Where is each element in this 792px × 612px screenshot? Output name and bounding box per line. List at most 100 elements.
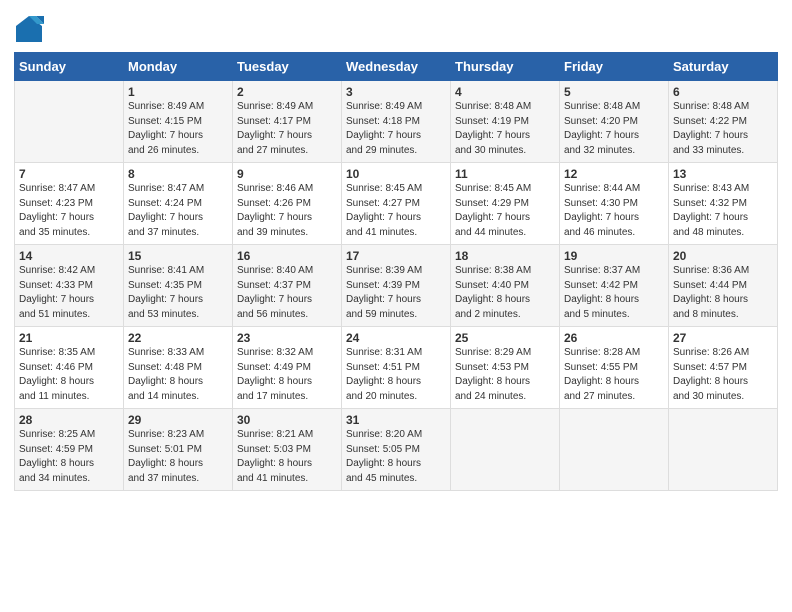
day-cell: 29Sunrise: 8:23 AM Sunset: 5:01 PM Dayli…: [124, 409, 233, 491]
day-info: Sunrise: 8:48 AM Sunset: 4:19 PM Dayligh…: [455, 100, 555, 158]
day-info: Sunrise: 8:23 AM Sunset: 5:01 PM Dayligh…: [128, 428, 228, 486]
day-number: 10: [346, 167, 446, 181]
day-info: Sunrise: 8:48 AM Sunset: 4:20 PM Dayligh…: [564, 100, 664, 158]
day-number: 7: [19, 167, 119, 181]
day-number: 20: [673, 249, 773, 263]
day-info: Sunrise: 8:35 AM Sunset: 4:46 PM Dayligh…: [19, 346, 119, 404]
day-info: Sunrise: 8:49 AM Sunset: 4:15 PM Dayligh…: [128, 100, 228, 158]
day-number: 13: [673, 167, 773, 181]
day-info: Sunrise: 8:20 AM Sunset: 5:05 PM Dayligh…: [346, 428, 446, 486]
day-cell: 12Sunrise: 8:44 AM Sunset: 4:30 PM Dayli…: [560, 163, 669, 245]
day-number: 29: [128, 413, 228, 427]
day-cell: 13Sunrise: 8:43 AM Sunset: 4:32 PM Dayli…: [669, 163, 778, 245]
day-number: 17: [346, 249, 446, 263]
day-info: Sunrise: 8:26 AM Sunset: 4:57 PM Dayligh…: [673, 346, 773, 404]
day-cell: 18Sunrise: 8:38 AM Sunset: 4:40 PM Dayli…: [451, 245, 560, 327]
day-info: Sunrise: 8:47 AM Sunset: 4:24 PM Dayligh…: [128, 182, 228, 240]
day-number: 27: [673, 331, 773, 345]
day-cell: 17Sunrise: 8:39 AM Sunset: 4:39 PM Dayli…: [342, 245, 451, 327]
day-cell: 22Sunrise: 8:33 AM Sunset: 4:48 PM Dayli…: [124, 327, 233, 409]
header-row: SundayMondayTuesdayWednesdayThursdayFrid…: [15, 53, 778, 81]
day-number: 5: [564, 85, 664, 99]
day-number: 3: [346, 85, 446, 99]
header-cell-monday: Monday: [124, 53, 233, 81]
day-info: Sunrise: 8:25 AM Sunset: 4:59 PM Dayligh…: [19, 428, 119, 486]
day-cell: [451, 409, 560, 491]
day-info: Sunrise: 8:45 AM Sunset: 4:27 PM Dayligh…: [346, 182, 446, 240]
day-cell: [15, 81, 124, 163]
day-info: Sunrise: 8:31 AM Sunset: 4:51 PM Dayligh…: [346, 346, 446, 404]
day-info: Sunrise: 8:21 AM Sunset: 5:03 PM Dayligh…: [237, 428, 337, 486]
day-number: 2: [237, 85, 337, 99]
week-row-4: 28Sunrise: 8:25 AM Sunset: 4:59 PM Dayli…: [15, 409, 778, 491]
day-number: 16: [237, 249, 337, 263]
day-cell: 11Sunrise: 8:45 AM Sunset: 4:29 PM Dayli…: [451, 163, 560, 245]
day-number: 22: [128, 331, 228, 345]
day-number: 18: [455, 249, 555, 263]
day-number: 19: [564, 249, 664, 263]
header: [14, 10, 778, 44]
page-container: SundayMondayTuesdayWednesdayThursdayFrid…: [0, 0, 792, 501]
day-info: Sunrise: 8:41 AM Sunset: 4:35 PM Dayligh…: [128, 264, 228, 322]
day-cell: 30Sunrise: 8:21 AM Sunset: 5:03 PM Dayli…: [233, 409, 342, 491]
day-cell: 19Sunrise: 8:37 AM Sunset: 4:42 PM Dayli…: [560, 245, 669, 327]
day-number: 6: [673, 85, 773, 99]
day-info: Sunrise: 8:38 AM Sunset: 4:40 PM Dayligh…: [455, 264, 555, 322]
day-number: 1: [128, 85, 228, 99]
day-info: Sunrise: 8:45 AM Sunset: 4:29 PM Dayligh…: [455, 182, 555, 240]
day-number: 26: [564, 331, 664, 345]
day-info: Sunrise: 8:47 AM Sunset: 4:23 PM Dayligh…: [19, 182, 119, 240]
day-cell: 20Sunrise: 8:36 AM Sunset: 4:44 PM Dayli…: [669, 245, 778, 327]
header-cell-sunday: Sunday: [15, 53, 124, 81]
day-number: 9: [237, 167, 337, 181]
day-info: Sunrise: 8:49 AM Sunset: 4:17 PM Dayligh…: [237, 100, 337, 158]
day-number: 11: [455, 167, 555, 181]
day-cell: 8Sunrise: 8:47 AM Sunset: 4:24 PM Daylig…: [124, 163, 233, 245]
day-cell: 21Sunrise: 8:35 AM Sunset: 4:46 PM Dayli…: [15, 327, 124, 409]
day-number: 21: [19, 331, 119, 345]
day-cell: 31Sunrise: 8:20 AM Sunset: 5:05 PM Dayli…: [342, 409, 451, 491]
day-info: Sunrise: 8:42 AM Sunset: 4:33 PM Dayligh…: [19, 264, 119, 322]
header-cell-friday: Friday: [560, 53, 669, 81]
day-info: Sunrise: 8:44 AM Sunset: 4:30 PM Dayligh…: [564, 182, 664, 240]
day-number: 31: [346, 413, 446, 427]
day-cell: 16Sunrise: 8:40 AM Sunset: 4:37 PM Dayli…: [233, 245, 342, 327]
day-cell: [669, 409, 778, 491]
day-cell: 9Sunrise: 8:46 AM Sunset: 4:26 PM Daylig…: [233, 163, 342, 245]
day-info: Sunrise: 8:49 AM Sunset: 4:18 PM Dayligh…: [346, 100, 446, 158]
day-info: Sunrise: 8:40 AM Sunset: 4:37 PM Dayligh…: [237, 264, 337, 322]
header-cell-tuesday: Tuesday: [233, 53, 342, 81]
week-row-0: 1Sunrise: 8:49 AM Sunset: 4:15 PM Daylig…: [15, 81, 778, 163]
week-row-3: 21Sunrise: 8:35 AM Sunset: 4:46 PM Dayli…: [15, 327, 778, 409]
day-cell: 10Sunrise: 8:45 AM Sunset: 4:27 PM Dayli…: [342, 163, 451, 245]
day-cell: 3Sunrise: 8:49 AM Sunset: 4:18 PM Daylig…: [342, 81, 451, 163]
day-info: Sunrise: 8:37 AM Sunset: 4:42 PM Dayligh…: [564, 264, 664, 322]
day-number: 12: [564, 167, 664, 181]
day-number: 8: [128, 167, 228, 181]
day-number: 15: [128, 249, 228, 263]
day-cell: 1Sunrise: 8:49 AM Sunset: 4:15 PM Daylig…: [124, 81, 233, 163]
calendar-table: SundayMondayTuesdayWednesdayThursdayFrid…: [14, 52, 778, 491]
week-row-1: 7Sunrise: 8:47 AM Sunset: 4:23 PM Daylig…: [15, 163, 778, 245]
header-cell-wednesday: Wednesday: [342, 53, 451, 81]
day-number: 30: [237, 413, 337, 427]
day-number: 28: [19, 413, 119, 427]
day-info: Sunrise: 8:36 AM Sunset: 4:44 PM Dayligh…: [673, 264, 773, 322]
day-cell: [560, 409, 669, 491]
day-cell: 14Sunrise: 8:42 AM Sunset: 4:33 PM Dayli…: [15, 245, 124, 327]
logo-icon: [14, 14, 44, 44]
logo: [14, 14, 48, 44]
day-cell: 15Sunrise: 8:41 AM Sunset: 4:35 PM Dayli…: [124, 245, 233, 327]
day-number: 23: [237, 331, 337, 345]
day-number: 25: [455, 331, 555, 345]
day-cell: 28Sunrise: 8:25 AM Sunset: 4:59 PM Dayli…: [15, 409, 124, 491]
day-info: Sunrise: 8:33 AM Sunset: 4:48 PM Dayligh…: [128, 346, 228, 404]
day-cell: 7Sunrise: 8:47 AM Sunset: 4:23 PM Daylig…: [15, 163, 124, 245]
day-number: 24: [346, 331, 446, 345]
day-cell: 6Sunrise: 8:48 AM Sunset: 4:22 PM Daylig…: [669, 81, 778, 163]
day-info: Sunrise: 8:43 AM Sunset: 4:32 PM Dayligh…: [673, 182, 773, 240]
day-info: Sunrise: 8:48 AM Sunset: 4:22 PM Dayligh…: [673, 100, 773, 158]
header-cell-thursday: Thursday: [451, 53, 560, 81]
header-cell-saturday: Saturday: [669, 53, 778, 81]
day-number: 4: [455, 85, 555, 99]
